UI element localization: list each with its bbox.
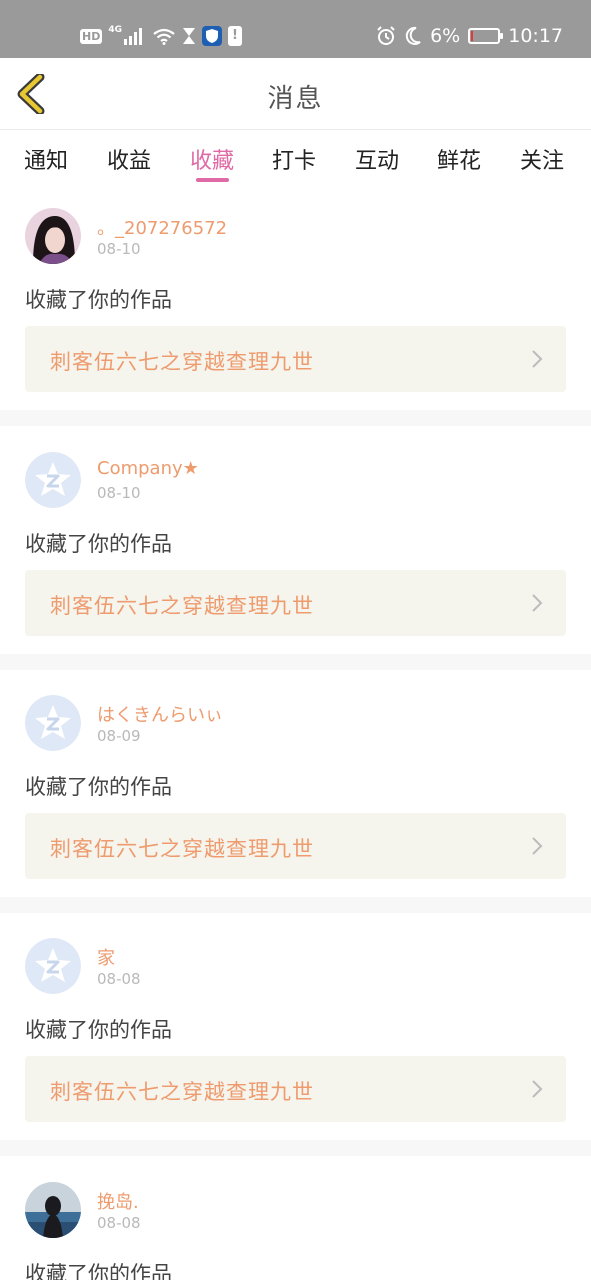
date: 08-10	[97, 484, 141, 502]
username[interactable]: 。_207276572	[97, 214, 227, 240]
list-item: 。_207276572 08-10 收藏了你的作品 刺客伍六七之穿越查理九世	[0, 198, 591, 424]
moon-icon	[405, 26, 421, 45]
status-right-icons: 6% 10:17	[376, 24, 563, 48]
username[interactable]: はくきんらいぃ	[97, 701, 223, 727]
username[interactable]: 挽岛.	[97, 1188, 139, 1214]
battery-level	[471, 31, 474, 41]
list-item: はくきんらいぃ 08-09 收藏了你的作品 刺客伍六七之穿越查理九世	[0, 685, 591, 911]
date: 08-08	[97, 1214, 141, 1232]
divider	[0, 410, 591, 426]
warning-icon: !	[228, 26, 242, 46]
default-avatar-icon	[25, 695, 81, 751]
username[interactable]: 家	[97, 944, 115, 970]
action-text: 收藏了你的作品	[25, 532, 172, 556]
chevron-right-icon	[532, 350, 543, 368]
active-tab-indicator	[196, 178, 229, 182]
tab-earnings[interactable]: 收益	[107, 143, 151, 175]
hd-icon: HD	[80, 28, 103, 44]
shield-app-icon	[202, 26, 222, 46]
alarm-icon	[377, 26, 395, 45]
work-title: 刺客伍六七之穿越查理九世	[50, 594, 314, 618]
work-title: 刺客伍六七之穿越查理九世	[50, 350, 314, 374]
list-item: Company★ 08-10 收藏了你的作品 刺客伍六七之穿越查理九世	[0, 442, 591, 668]
work-link[interactable]: 刺客伍六七之穿越查理九世	[25, 570, 566, 636]
list-item: 家 08-08 收藏了你的作品 刺客伍六七之穿越查理九世	[0, 928, 591, 1154]
tab-flowers[interactable]: 鲜花	[437, 143, 481, 175]
work-title: 刺客伍六七之穿越查理九世	[50, 1080, 314, 1104]
app-header: 消息	[0, 58, 591, 130]
clock-time: 10:17	[508, 25, 563, 47]
page-title: 消息	[267, 84, 324, 114]
wifi-icon	[153, 28, 175, 45]
date: 08-10	[97, 240, 141, 258]
action-text: 收藏了你的作品	[25, 1018, 172, 1042]
action-text: 收藏了你的作品	[25, 1262, 172, 1280]
work-title: 刺客伍六七之穿越查理九世	[50, 837, 314, 861]
battery-icon	[468, 28, 504, 44]
network-type: 4G	[108, 25, 122, 35]
list-item: 挽岛. 08-08 收藏了你的作品	[0, 1172, 591, 1280]
status-bar: HD 4G ! 6% 10:17	[0, 0, 591, 58]
tab-following[interactable]: 关注	[520, 143, 564, 175]
work-link[interactable]: 刺客伍六七之穿越查理九世	[25, 813, 566, 879]
avatar[interactable]	[25, 1182, 81, 1238]
default-avatar-icon	[25, 938, 81, 994]
tab-favorites[interactable]: 收藏	[190, 143, 234, 175]
battery-percent: 6%	[430, 25, 461, 47]
date: 08-08	[97, 970, 141, 988]
tab-interaction[interactable]: 互动	[355, 143, 399, 175]
work-link[interactable]: 刺客伍六七之穿越查理九世	[25, 326, 566, 392]
action-text: 收藏了你的作品	[25, 288, 172, 312]
tab-bar: 通知 收益 收藏 打卡 互动 鲜花 关注	[0, 131, 591, 187]
user-photo-icon	[25, 208, 81, 264]
divider	[0, 654, 591, 670]
avatar[interactable]	[25, 695, 81, 751]
work-link[interactable]: 刺客伍六七之穿越查理九世	[25, 1056, 566, 1122]
tab-notifications[interactable]: 通知	[24, 143, 68, 175]
chevron-right-icon	[532, 1080, 543, 1098]
avatar[interactable]	[25, 452, 81, 508]
chevron-right-icon	[532, 594, 543, 612]
chevron-right-icon	[532, 837, 543, 855]
date: 08-09	[97, 727, 141, 745]
avatar[interactable]	[25, 938, 81, 994]
tab-checkin[interactable]: 打卡	[272, 143, 316, 175]
divider	[0, 897, 591, 913]
username[interactable]: Company★	[97, 458, 199, 479]
action-text: 收藏了你的作品	[25, 775, 172, 799]
signal-icon	[124, 28, 142, 45]
status-left-icons: HD 4G !	[80, 24, 242, 48]
hourglass-icon	[183, 28, 195, 44]
divider	[0, 1140, 591, 1156]
user-photo-icon	[25, 1182, 81, 1238]
default-avatar-icon	[25, 452, 81, 508]
avatar[interactable]	[25, 208, 81, 264]
